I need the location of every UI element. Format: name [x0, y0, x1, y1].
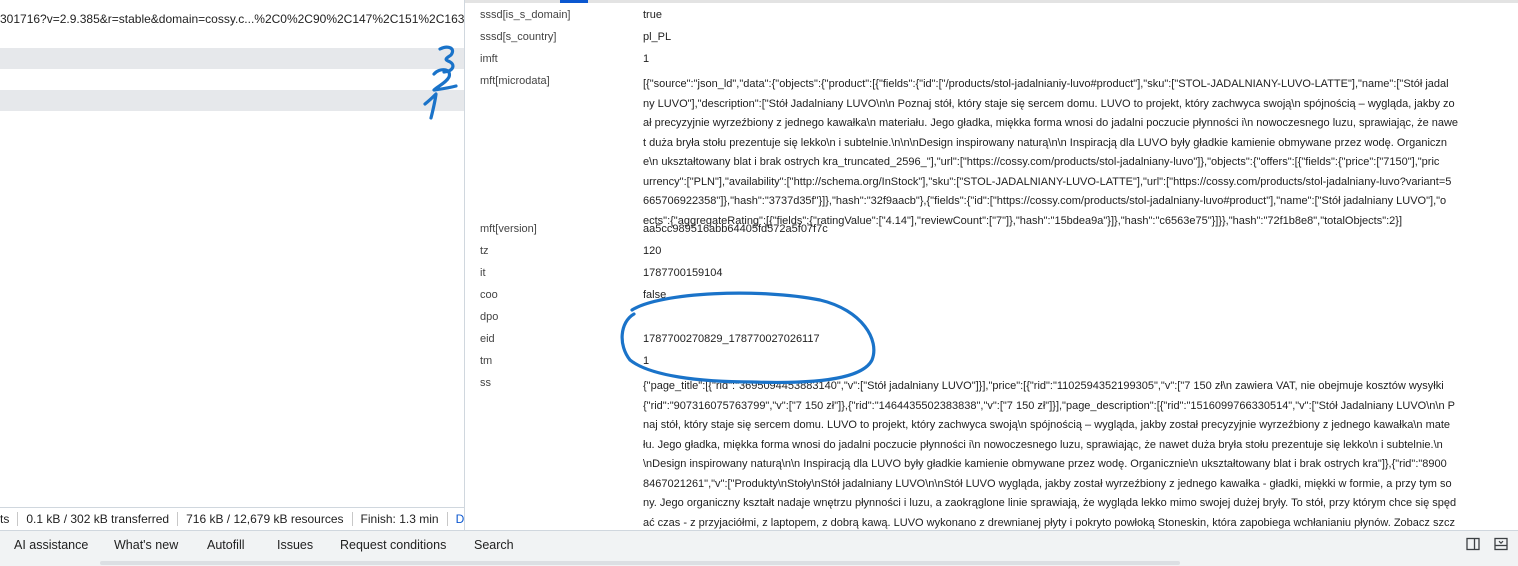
payload-value-line: e\n ukształtowany blat i brak ostrych kr… — [643, 156, 1440, 168]
payload-value-line: ny. Jego organiczny kształt nadaje wnętr… — [643, 497, 1457, 509]
network-request-list: 301716?v=2.9.385&r=stable&domain=cossy.c… — [0, 0, 465, 530]
payload-key: sssd[s_country] — [480, 31, 557, 43]
payload-key: tm — [480, 355, 493, 367]
devtools-drawer: AI assistance What's new Autofill Issues… — [0, 530, 1518, 566]
payload-value-line: 665706922358"]},"hash":"3737d35f"}]},"ha… — [643, 195, 1447, 207]
network-status-bar: ts 0.1 kB / 302 kB transferred 716 kB / … — [0, 507, 464, 530]
payload-value-multiline: [{"source":"json_ld","data":{"objects":{… — [643, 75, 1503, 231]
tab-issues[interactable]: Issues — [277, 538, 313, 552]
payload-value-multiline: {"page_title":[{"rid":"3695094453883140"… — [643, 377, 1503, 530]
payload-value: 1 — [643, 53, 650, 65]
payload-value-line: ny LUVO"],"description":["Stół Jadalnian… — [643, 97, 1455, 110]
payload-value: 1787700159104 — [643, 267, 723, 279]
payload-value-line: ać czas - z przyjaciółmi, z laptopem, z … — [643, 516, 1455, 529]
tab-request-conditions[interactable]: Request conditions — [340, 538, 446, 552]
payload-key: imft — [480, 53, 498, 65]
resources-size: 716 kB / 12,679 kB resources — [178, 512, 353, 526]
request-row[interactable] — [0, 69, 464, 90]
tab-whats-new[interactable]: What's new — [114, 538, 178, 552]
request-url: 301716?v=2.9.385&r=stable&domain=cossy.c… — [0, 12, 465, 26]
drawer-scrollbar[interactable] — [100, 561, 1180, 565]
payload-value-line: {"rid":"907316075763799","v":["7 150 zł"… — [643, 399, 1455, 412]
detail-tabs-strip — [465, 0, 1518, 3]
tab-autofill[interactable]: Autofill — [207, 538, 245, 552]
request-row[interactable] — [0, 90, 464, 111]
request-row[interactable] — [0, 48, 464, 69]
payload-value-line: 8467021261","v":["Produkty\nStoły\nStół … — [643, 477, 1452, 490]
payload-value-line: t duża bryła stołu prezentuje się lekko\… — [643, 136, 1448, 149]
payload-value: 1787700270829_178770027026117 — [643, 333, 820, 345]
payload-value-line: urrency":["PLN"],"availability":["http:/… — [643, 175, 1452, 188]
tab-search[interactable]: Search — [474, 538, 514, 552]
payload-value-line: łu. Jego gładka, miękka forma wnosi do j… — [643, 438, 1443, 451]
payload-key: it — [480, 267, 486, 279]
payload-key: ss — [480, 377, 491, 389]
payload-value: aa5cc989516abb64405fd572a5f07f7c — [643, 223, 828, 235]
payload-value-line: ał precyzyjnie wyrzeźbiony z jednego kaw… — [643, 117, 1459, 129]
tab-ai-assistance[interactable]: AI assistance — [14, 538, 88, 552]
payload-key: eid — [480, 333, 495, 345]
requests-count: ts — [0, 512, 19, 526]
payload-key: coo — [480, 289, 498, 301]
payload-value: 120 — [643, 245, 662, 257]
payload-value: false — [643, 289, 667, 301]
payload-value-line: [{"source":"json_ld","data":{"objects":{… — [643, 78, 1449, 90]
payload-key: mft[microdata] — [480, 75, 550, 87]
active-tab-indicator — [560, 0, 588, 3]
payload-key: sssd[is_s_domain] — [480, 9, 571, 21]
payload-value-line: naj stół, który staje się sercem domu. L… — [643, 419, 1451, 431]
payload-value-line: \nDesign inspirowany naturą\n\n Inspirac… — [643, 458, 1447, 470]
payload-key: tz — [480, 245, 489, 257]
payload-key: mft[version] — [480, 223, 537, 235]
payload-value: pl_PL — [643, 31, 672, 43]
payload-key: dpo — [480, 311, 499, 323]
transferred-size: 0.1 kB / 302 kB transferred — [18, 512, 179, 526]
payload-panel: sssd[is_s_domain] true sssd[s_country] p… — [465, 0, 1518, 530]
dock-bottom-icon[interactable] — [1494, 537, 1508, 551]
payload-value: 1 — [643, 355, 650, 367]
payload-value: true — [643, 9, 662, 21]
dom-content-loaded: DC — [455, 512, 465, 526]
payload-value-line: {"page_title":[{"rid":"3695094453883140"… — [643, 380, 1444, 392]
finish-time: Finish: 1.3 min — [353, 512, 448, 526]
toggle-panel-icon[interactable] — [1466, 537, 1480, 551]
request-row[interactable]: 301716?v=2.9.385&r=stable&domain=cossy.c… — [0, 10, 464, 31]
